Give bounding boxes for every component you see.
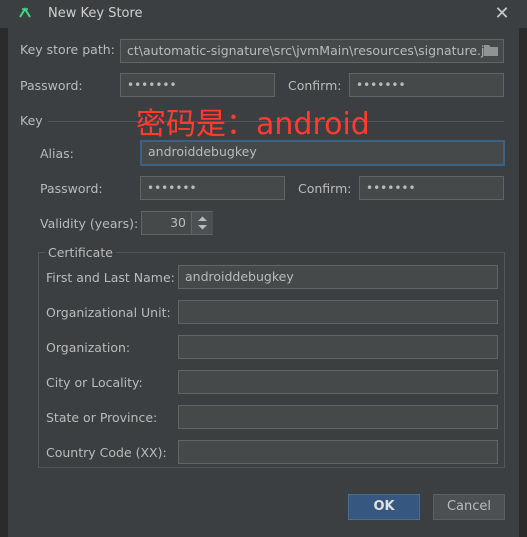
certificate-group-label: Certificate	[45, 245, 116, 260]
key-password-field[interactable]: •••••••	[140, 176, 285, 200]
cancel-button[interactable]: Cancel	[433, 494, 505, 520]
country-code-label: Country Code (XX):	[46, 445, 167, 460]
keystore-password-field[interactable]: •••••••	[120, 73, 275, 97]
city-locality-field[interactable]	[178, 370, 498, 394]
first-last-name-label: First and Last Name:	[46, 270, 175, 285]
key-group-label: Key	[20, 113, 43, 128]
city-locality-label: City or Locality:	[46, 375, 143, 390]
folder-icon[interactable]	[483, 43, 499, 57]
keystore-password-label: Password:	[20, 78, 83, 93]
key-password-label: Password:	[40, 181, 103, 196]
organization-label: Organization:	[46, 340, 131, 355]
state-province-label: State or Province:	[46, 410, 158, 425]
country-code-field[interactable]	[178, 440, 498, 464]
validity-stepper[interactable]	[191, 212, 213, 234]
close-icon[interactable]: ✕	[492, 4, 512, 24]
android-studio-icon	[19, 7, 31, 18]
organization-field[interactable]	[178, 335, 498, 359]
keystore-path-label: Key store path:	[20, 42, 115, 57]
ok-button[interactable]: OK	[348, 494, 420, 520]
keystore-path-field[interactable]: ct\automatic-signature\src\jvmMain\resou…	[120, 39, 504, 63]
background-ide-edge-left	[0, 28, 8, 537]
keystore-confirm-label: Confirm:	[288, 78, 342, 93]
stepper-arrows-icon	[198, 216, 207, 230]
keystore-confirm-field[interactable]: •••••••	[349, 73, 504, 97]
window-title: New Key Store	[48, 6, 143, 21]
first-last-name-field[interactable]: androiddebugkey	[178, 265, 498, 289]
alias-label: Alias:	[40, 146, 74, 161]
key-confirm-field[interactable]: •••••••	[359, 176, 504, 200]
alias-field[interactable]: androiddebugkey	[140, 140, 505, 166]
state-province-field[interactable]	[178, 405, 498, 429]
background-ide-edge-right	[519, 28, 527, 537]
key-confirm-label: Confirm:	[298, 181, 352, 196]
validity-label: Validity (years):	[40, 216, 139, 231]
organizational-unit-label: Organizational Unit:	[46, 305, 171, 320]
organizational-unit-field[interactable]	[178, 300, 498, 324]
password-annotation: 密码是：android	[136, 107, 370, 142]
